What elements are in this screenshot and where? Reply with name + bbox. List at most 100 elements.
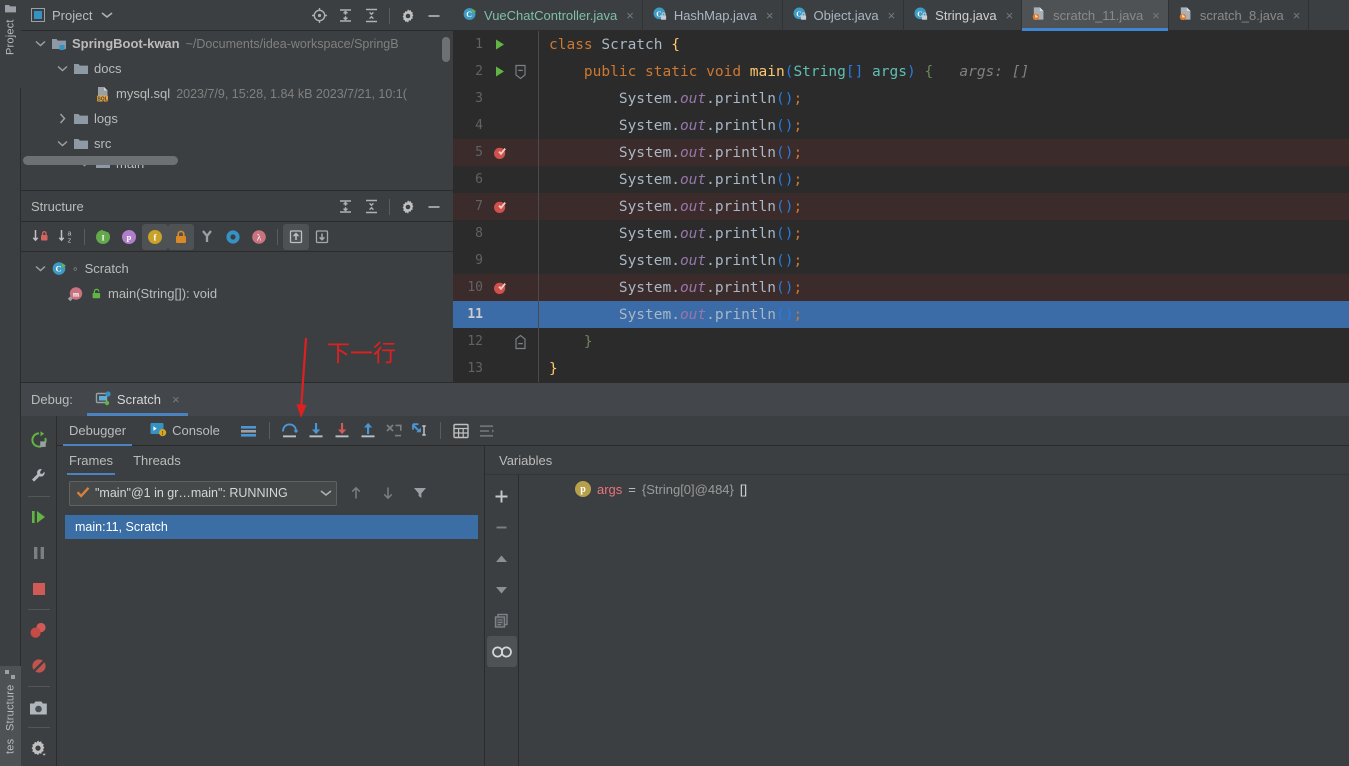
- step-into-icon[interactable]: [303, 418, 329, 444]
- step-over-icon[interactable]: [277, 418, 303, 444]
- code-line[interactable]: 3 System.out.println();: [453, 85, 1349, 112]
- copy-value-icon[interactable]: [487, 605, 517, 636]
- stripe-tab-favorites[interactable]: tes: [0, 736, 21, 766]
- collapse-all-icon[interactable]: [358, 3, 384, 29]
- filter-funnel-icon[interactable]: [407, 480, 433, 506]
- screenshot-icon[interactable]: [23, 689, 55, 725]
- settings-gear-icon[interactable]: [23, 730, 55, 766]
- code-line[interactable]: 10 System.out.println();: [453, 274, 1349, 301]
- chevron-down-icon[interactable]: [51, 140, 73, 147]
- show-fields-icon[interactable]: f: [142, 223, 168, 250]
- tab-threads[interactable]: Threads: [133, 446, 181, 475]
- run-to-cursor-icon[interactable]: [407, 418, 433, 444]
- close-icon[interactable]: ×: [626, 8, 634, 23]
- tab-console[interactable]: ! Console: [138, 416, 232, 446]
- hide-icon[interactable]: [421, 3, 447, 29]
- editor-tab-hashmap[interactable]: C HashMap.java ×: [643, 0, 783, 31]
- project-tree[interactable]: SpringBoot-kwan ~/Documents/idea-workspa…: [21, 31, 453, 169]
- chevron-right-icon[interactable]: [51, 113, 73, 124]
- collapse-all-icon[interactable]: [358, 194, 384, 220]
- close-icon[interactable]: ×: [766, 8, 774, 23]
- force-step-into-icon[interactable]: [329, 418, 355, 444]
- code-editor[interactable]: 1 class Scratch {2 public static void mai…: [453, 31, 1349, 382]
- pause-program-icon[interactable]: [23, 535, 55, 571]
- chevron-down-icon[interactable]: [101, 11, 113, 19]
- fold-marker-icon[interactable]: [511, 334, 529, 350]
- inspect-icon[interactable]: [486, 636, 517, 667]
- expand-all-icon[interactable]: [332, 3, 358, 29]
- remove-watch-icon[interactable]: [487, 512, 517, 543]
- chevron-down-icon[interactable]: [51, 65, 73, 72]
- show-inherited-icon[interactable]: I: [90, 224, 116, 250]
- autoscroll-from-source-icon[interactable]: [309, 224, 335, 250]
- close-icon[interactable]: ×: [172, 392, 180, 407]
- fold-marker-icon[interactable]: [511, 64, 529, 80]
- project-tree-vertical-scrollbar[interactable]: [442, 37, 450, 62]
- rerun-icon[interactable]: [23, 422, 55, 458]
- expand-all-icon[interactable]: [332, 194, 358, 220]
- code-line[interactable]: 8 System.out.println();: [453, 220, 1349, 247]
- autoscroll-to-source-icon[interactable]: [283, 223, 309, 250]
- tree-row[interactable]: SpringBoot-kwan ~/Documents/idea-workspa…: [21, 31, 453, 56]
- thread-selector[interactable]: "main"@1 in gr…main": RUNNING: [69, 480, 337, 506]
- sort-alphabetically-icon[interactable]: a z: [53, 224, 79, 250]
- tab-debugger[interactable]: Debugger: [57, 416, 138, 446]
- tree-row[interactable]: src: [21, 131, 453, 156]
- close-icon[interactable]: ×: [888, 8, 896, 23]
- code-line[interactable]: 9 System.out.println();: [453, 247, 1349, 274]
- sort-by-visibility-icon[interactable]: [27, 224, 53, 250]
- show-interfaces-icon[interactable]: [220, 224, 246, 250]
- breakpoint-verified-icon[interactable]: [489, 279, 511, 296]
- arrow-up-icon[interactable]: [343, 480, 369, 506]
- drop-frame-icon[interactable]: [381, 418, 407, 444]
- editor-tab-string[interactable]: C String.java ×: [904, 0, 1023, 31]
- tree-row[interactable]: SQL mysql.sql 2023/7/9, 15:28, 1.84 kB 2…: [21, 81, 453, 106]
- move-watch-down-icon[interactable]: [487, 574, 517, 605]
- variable-row[interactable]: p args = {String[0]@484} []: [519, 475, 1349, 497]
- stripe-tab-structure[interactable]: Structure: [0, 666, 21, 736]
- show-anonymous-icon[interactable]: [194, 224, 220, 250]
- code-line[interactable]: 5 System.out.println();: [453, 139, 1349, 166]
- view-breakpoints-icon[interactable]: [23, 612, 55, 648]
- show-properties-icon[interactable]: p: [116, 224, 142, 250]
- structure-tree[interactable]: C ◦ Scratch m main(String[]): void: [21, 252, 453, 306]
- code-line[interactable]: 2 public static void main(String[] args)…: [453, 58, 1349, 85]
- chevron-down-icon[interactable]: [29, 265, 51, 272]
- variables-tree[interactable]: p args = {String[0]@484} []: [519, 475, 1349, 766]
- breakpoint-verified-icon[interactable]: [489, 198, 511, 215]
- tab-frames[interactable]: Frames: [66, 446, 116, 475]
- show-lambdas-icon[interactable]: λ: [246, 224, 272, 250]
- run-arrow-icon[interactable]: [489, 65, 511, 78]
- close-icon[interactable]: ×: [1152, 8, 1160, 23]
- move-watch-up-icon[interactable]: [487, 543, 517, 574]
- gear-icon[interactable]: [395, 3, 421, 29]
- run-arrow-icon[interactable]: [489, 38, 511, 51]
- chevron-down-icon[interactable]: [320, 486, 332, 500]
- tree-row[interactable]: m main(String[]): void: [21, 281, 453, 306]
- edit-configuration-wrench-icon[interactable]: [23, 458, 55, 494]
- breakpoint-verified-icon[interactable]: [489, 144, 511, 161]
- show-execution-point-icon[interactable]: [236, 418, 262, 444]
- code-line[interactable]: 11 System.out.println();: [453, 301, 1349, 328]
- editor-tab-scratch-8[interactable]: scratch_8.java ×: [1169, 0, 1310, 31]
- threads-and-variables-icon[interactable]: [474, 418, 500, 444]
- chevron-down-icon[interactable]: [29, 40, 51, 47]
- editor-tab-object[interactable]: C Object.java ×: [783, 0, 905, 31]
- evaluate-expression-icon[interactable]: [448, 418, 474, 444]
- add-watch-icon[interactable]: [487, 481, 517, 512]
- frame-list-item[interactable]: main:11, Scratch: [65, 515, 478, 539]
- tree-row[interactable]: C ◦ Scratch: [21, 256, 453, 281]
- tree-row[interactable]: docs: [21, 56, 453, 81]
- close-icon[interactable]: ×: [1293, 8, 1301, 23]
- stop-icon[interactable]: [23, 571, 55, 607]
- stripe-tab-project[interactable]: Project: [0, 0, 21, 88]
- code-line[interactable]: 1 class Scratch {: [453, 31, 1349, 58]
- locate-icon[interactable]: [306, 3, 332, 29]
- gear-icon[interactable]: [395, 194, 421, 220]
- show-non-public-icon[interactable]: [168, 223, 194, 250]
- step-out-icon[interactable]: [355, 418, 381, 444]
- scrollbar-thumb[interactable]: [23, 156, 178, 165]
- resume-program-icon[interactable]: [23, 499, 55, 535]
- code-line[interactable]: 7 System.out.println();: [453, 193, 1349, 220]
- project-tree-horizontal-scrollbar[interactable]: [21, 156, 453, 166]
